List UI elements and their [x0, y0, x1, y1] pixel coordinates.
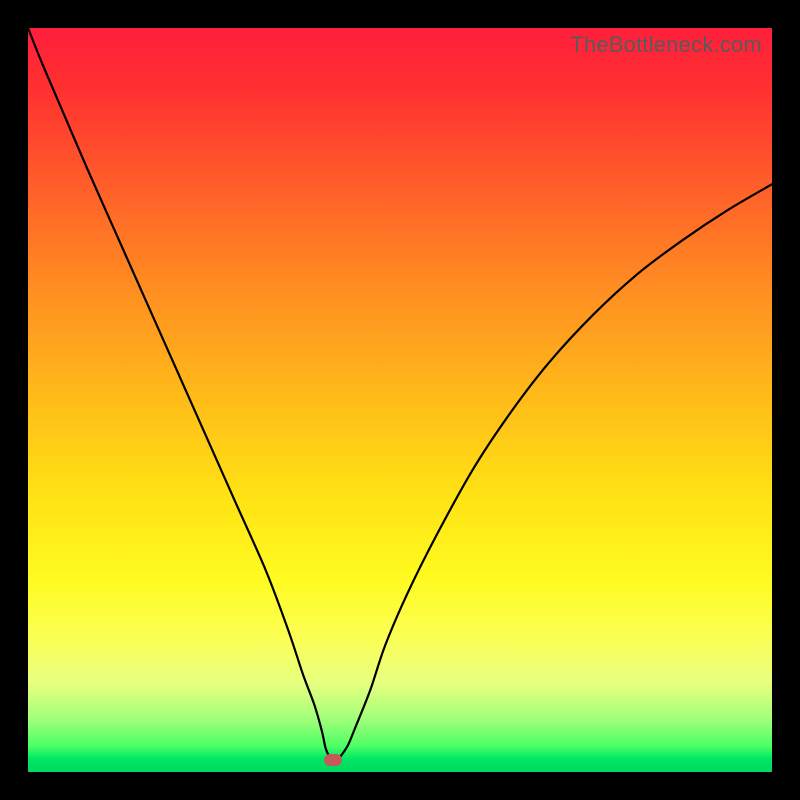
optimum-marker [324, 754, 342, 766]
bottleneck-curve [28, 28, 772, 772]
plot-area: TheBottleneck.com [28, 28, 772, 772]
curve-path [28, 28, 772, 761]
chart-frame: TheBottleneck.com [0, 0, 800, 800]
